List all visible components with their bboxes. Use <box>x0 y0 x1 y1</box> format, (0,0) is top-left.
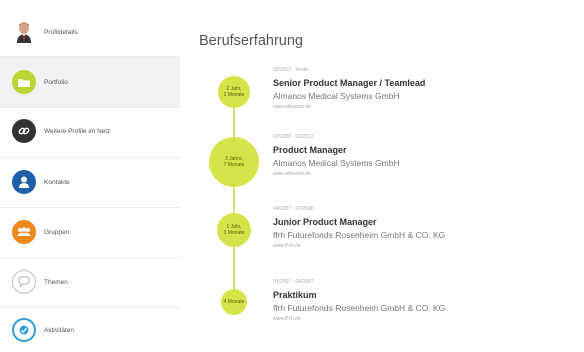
main-content: Berufserfahrung 2 Jahr, 2 Monate 3 Jahre… <box>182 0 584 352</box>
company-url[interactable]: www.almanos.de <box>273 104 573 110</box>
company-name[interactable]: Almanos Medical Systems GmbH <box>273 158 573 168</box>
company-name[interactable]: Almanos Medical Systems GmbH <box>273 91 573 101</box>
duration-bubble: 3 Jahre, 7 Monate <box>209 137 259 187</box>
sidebar-item-portfolio[interactable]: Portfolio <box>0 57 180 107</box>
sidebar-item-label: Profildetails <box>44 28 78 36</box>
person-icon <box>12 170 36 194</box>
sidebar: Profildetails Portfolio Weitere Profile … <box>0 0 180 352</box>
job-title[interactable]: Product Manager <box>273 145 573 155</box>
duration-bubble: 2 Jahr, 2 Monate <box>218 76 250 108</box>
sidebar-item-label: Aktivitäten <box>44 326 74 334</box>
job-title[interactable]: Praktikum <box>273 290 573 300</box>
duration-line: 2 Monate <box>223 92 245 98</box>
date-range: 07/2008 - 02/2012 <box>273 134 314 140</box>
job-title[interactable]: Junior Product Manager <box>273 217 573 227</box>
date-range: 04/2007 - 07/2008 <box>273 206 314 212</box>
activity-icon <box>12 318 36 342</box>
duration-bubble: 1 Jahr, 3 Monate <box>217 213 251 247</box>
date-range: 01/2007 - 04/2007 <box>273 279 314 285</box>
page-title: Berufserfahrung <box>199 33 303 49</box>
group-icon <box>12 220 36 244</box>
sidebar-item-aktivitaeten[interactable]: Aktivitäten <box>0 305 180 352</box>
sidebar-item-weitere-profile[interactable]: Weitere Profile im Netz <box>0 106 180 156</box>
job-title[interactable]: Senior Product Manager / Teamlead <box>273 78 573 88</box>
sidebar-item-kontakte[interactable]: Kontakte <box>0 157 180 207</box>
folder-icon <box>12 70 36 94</box>
experience-entry: 02/2012 - heute Senior Product Manager /… <box>273 67 573 110</box>
timeline-line <box>233 88 235 303</box>
sidebar-item-label: Weitere Profile im Netz <box>44 127 111 135</box>
experience-entry: 01/2007 - 04/2007 Praktikum ffrh Futuref… <box>273 279 573 322</box>
date-range: 02/2012 - heute <box>273 67 309 73</box>
company-url[interactable]: www.ff-rh.de <box>273 243 573 249</box>
experience-entry: 07/2008 - 02/2012 Product Manager Almano… <box>273 134 573 177</box>
sidebar-item-label: Themen <box>44 278 68 286</box>
duration-line: 4 Monate <box>223 299 245 305</box>
avatar-icon <box>12 20 36 44</box>
company-url[interactable]: www.ff-rh.de <box>273 316 573 322</box>
company-name[interactable]: ffrh Futurefonds Rosenheim GmbH & CO. KG <box>273 230 573 240</box>
duration-line: 3 Monate <box>223 230 245 236</box>
sidebar-item-label: Kontakte <box>44 178 70 186</box>
sidebar-item-label: Gruppen <box>44 228 70 236</box>
chat-icon <box>12 270 36 294</box>
sidebar-item-themen[interactable]: Themen <box>0 257 180 307</box>
company-url[interactable]: www.almanos.de <box>273 171 573 177</box>
link-icon <box>12 119 36 143</box>
company-name[interactable]: ffrh Futurefonds Rosenheim GmbH & CO. KG <box>273 303 573 313</box>
duration-line: 7 Monate <box>223 162 245 168</box>
sidebar-item-label: Portfolio <box>44 78 68 86</box>
duration-bubble: 4 Monate <box>221 289 247 315</box>
sidebar-item-gruppen[interactable]: Gruppen <box>0 207 180 257</box>
sidebar-item-profildetails[interactable]: Profildetails <box>0 7 180 57</box>
experience-entry: 04/2007 - 07/2008 Junior Product Manager… <box>273 206 573 249</box>
